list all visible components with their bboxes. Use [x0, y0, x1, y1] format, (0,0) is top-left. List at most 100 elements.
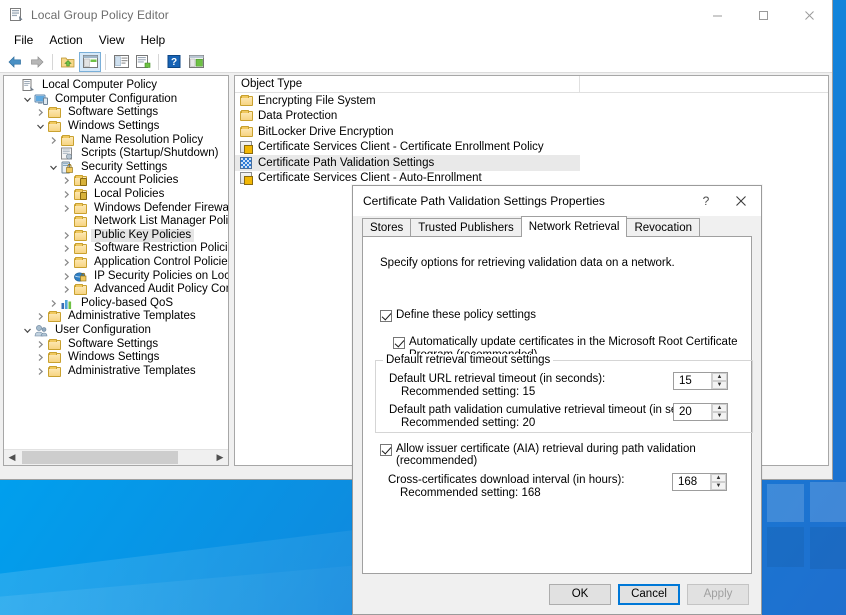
tree-node[interactable]: Software Settings [4, 337, 228, 351]
listview-body[interactable]: Encrypting File SystemData ProtectionBit… [235, 93, 828, 186]
chevron-right-icon[interactable] [59, 283, 73, 296]
menu-view[interactable]: View [91, 31, 133, 50]
chevron-right-icon[interactable] [59, 174, 73, 187]
close-button[interactable] [786, 0, 832, 30]
tree-node[interactable]: Name Resolution Policy [4, 133, 228, 147]
chevron-right-icon[interactable] [33, 365, 47, 378]
tree-node[interactable]: User Configuration [4, 324, 228, 338]
scrollbar-thumb[interactable] [22, 451, 178, 464]
tree-node[interactable]: Software Settings [4, 106, 228, 120]
spinner-buttons[interactable]: ▲ ▼ [711, 373, 727, 389]
chevron-right-icon[interactable] [59, 270, 73, 283]
chevron-down-icon[interactable] [33, 120, 47, 133]
chevron-right-icon[interactable] [33, 310, 47, 323]
chevron-right-icon[interactable] [59, 256, 73, 269]
tree-node[interactable]: Public Key Policies [4, 229, 228, 243]
column-header-blank[interactable] [580, 76, 740, 93]
tree-node[interactable]: IP Security Policies on Local Comput [4, 269, 228, 283]
list-item[interactable]: BitLocker Drive Encryption [235, 124, 828, 140]
default-path-validation-timeout-value[interactable]: 20 [674, 406, 711, 418]
scroll-right-arrow-icon[interactable]: ▶ [212, 450, 228, 465]
define-policy-settings-checkbox[interactable]: Define these policy settings [380, 309, 536, 321]
tree-node[interactable]: Security Settings [4, 161, 228, 175]
back-arrow-icon[interactable] [4, 52, 26, 72]
tree-node[interactable]: Advanced Audit Policy Configuration [4, 283, 228, 297]
cancel-button[interactable]: Cancel [618, 584, 680, 605]
chevron-right-icon[interactable] [46, 134, 60, 147]
default-path-validation-timeout-spinner[interactable]: 20 ▲ ▼ [673, 403, 728, 421]
column-header-object-type[interactable]: Object Type [235, 76, 580, 93]
spinner-down-icon[interactable]: ▼ [712, 412, 727, 420]
chevron-down-icon[interactable] [20, 324, 34, 337]
menu-file[interactable]: File [6, 31, 41, 50]
minimize-button[interactable] [694, 0, 740, 30]
tree-node[interactable]: Account Policies [4, 174, 228, 188]
chevron-right-icon[interactable] [59, 202, 73, 215]
tree-node[interactable]: Windows Settings [4, 120, 228, 134]
spinner-up-icon[interactable]: ▲ [712, 373, 727, 381]
spinner-up-icon[interactable]: ▲ [712, 404, 727, 412]
chevron-right-icon[interactable] [59, 242, 73, 255]
chevron-right-icon[interactable] [59, 188, 73, 201]
tree-node[interactable]: Administrative Templates [4, 364, 228, 378]
tree-node[interactable]: Local Policies [4, 188, 228, 202]
scroll-left-arrow-icon[interactable]: ◀ [4, 450, 20, 465]
chevron-right-icon[interactable] [33, 106, 47, 119]
scrollbar-track[interactable] [20, 450, 212, 465]
apply-button[interactable]: Apply [687, 584, 749, 605]
up-folder-icon[interactable] [57, 52, 79, 72]
cross-certificates-download-interval-spinner[interactable]: 168 ▲ ▼ [672, 473, 727, 491]
tab-revocation[interactable]: Revocation [626, 218, 700, 236]
menu-action[interactable]: Action [41, 31, 90, 50]
properties-icon[interactable] [110, 52, 132, 72]
dialog-close-button[interactable] [721, 186, 761, 216]
list-item[interactable]: Certificate Services Client - Certificat… [235, 140, 828, 156]
tree-node[interactable]: Administrative Templates [4, 310, 228, 324]
folder-icon [73, 202, 88, 215]
chevron-down-icon[interactable] [46, 161, 60, 174]
tree-node[interactable]: Windows Settings [4, 351, 228, 365]
list-item[interactable]: Encrypting File System [235, 93, 828, 109]
chevron-right-icon[interactable] [33, 338, 47, 351]
list-item[interactable]: Certificate Path Validation Settings [235, 155, 580, 171]
show-hide-console-tree-icon[interactable] [185, 52, 207, 72]
spinner-down-icon[interactable]: ▼ [712, 381, 727, 389]
folder-icon [48, 312, 61, 322]
tree-node[interactable]: Software Restriction Policies [4, 242, 228, 256]
chevron-right-icon[interactable] [33, 351, 47, 364]
dialog-help-button[interactable]: ? [691, 186, 721, 216]
tab-trusted-publishers[interactable]: Trusted Publishers [410, 218, 521, 236]
help-icon[interactable]: ? [163, 52, 185, 72]
tree-node[interactable]: Scripts (Startup/Shutdown) [4, 147, 228, 161]
tree-horizontal-scrollbar[interactable]: ◀ ▶ [4, 449, 228, 465]
default-url-retrieval-timeout-value[interactable]: 15 [674, 375, 711, 387]
tree-node[interactable]: Network List Manager Policies [4, 215, 228, 229]
chevron-right-icon[interactable] [59, 229, 73, 242]
show-hide-tree-icon[interactable] [79, 52, 101, 72]
spinner-up-icon[interactable]: ▲ [711, 474, 726, 482]
chevron-down-icon[interactable] [20, 93, 34, 106]
maximize-button[interactable] [740, 0, 786, 30]
chevron-right-icon[interactable] [46, 297, 60, 310]
spinner-buttons[interactable]: ▲ ▼ [710, 474, 726, 490]
tab-network-retrieval[interactable]: Network Retrieval [521, 216, 628, 237]
tree-node[interactable]: Computer Configuration [4, 93, 228, 107]
tree-node[interactable]: Policy-based QoS [4, 297, 228, 311]
tab-stores[interactable]: Stores [362, 218, 411, 236]
menu-help[interactable]: Help [133, 31, 174, 50]
spinner-buttons[interactable]: ▲ ▼ [711, 404, 727, 420]
tree-node[interactable]: Windows Defender Firewall with Adv [4, 201, 228, 215]
tree-node[interactable]: Application Control Policies [4, 256, 228, 270]
ok-button[interactable]: OK [549, 584, 611, 605]
default-url-retrieval-timeout-spinner[interactable]: 15 ▲ ▼ [673, 372, 728, 390]
cross-certificates-value[interactable]: 168 [673, 476, 710, 488]
tree-node[interactable]: Local Computer Policy [4, 79, 228, 93]
forward-arrow-icon[interactable] [26, 52, 48, 72]
list-item[interactable]: Certificate Services Client - Auto-Enrol… [235, 171, 828, 187]
list-item[interactable]: Data Protection [235, 109, 828, 125]
console-tree[interactable]: Local Computer PolicyComputer Configurat… [4, 76, 228, 449]
allow-aia-retrieval-checkbox[interactable]: Allow issuer certificate (AIA) retrieval… [380, 443, 751, 467]
spinner-down-icon[interactable]: ▼ [711, 482, 726, 490]
export-list-icon[interactable] [132, 52, 154, 72]
list-item-label: BitLocker Drive Encryption [258, 126, 394, 138]
